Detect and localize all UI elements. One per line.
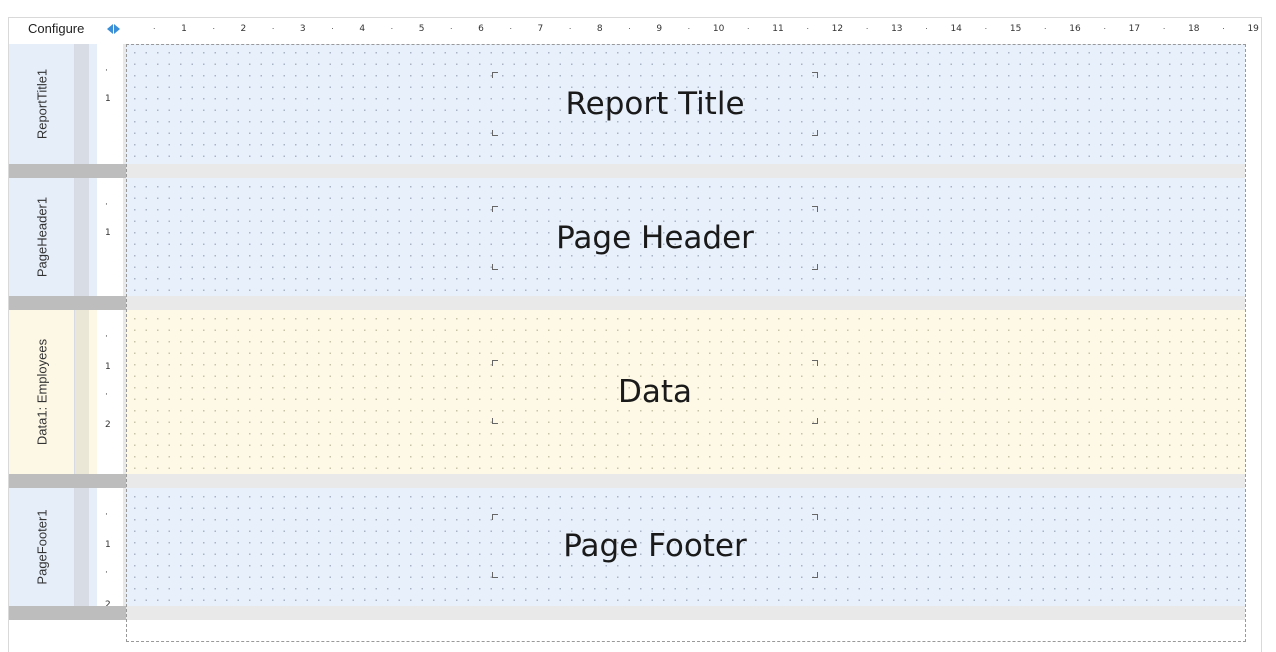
- textbox-text: Report Title: [565, 86, 745, 122]
- ruler-mark: 1: [105, 540, 111, 550]
- ruler-tick: 3: [299, 24, 306, 34]
- ruler-tick: 2: [240, 24, 247, 34]
- band-data[interactable]: Data1: Employees · 1 · 2 Data: [9, 310, 1261, 474]
- ruler-half-mark: ·: [568, 23, 572, 33]
- ruler-tick: 16: [1069, 24, 1081, 34]
- horizontal-ruler: 1 · 2 · 3 · 4 · 5 · 6 · 7 · 8 · 9 · 10 · 11 · 12 · 13 · 14 · 15 · 16 · 1…: [126, 18, 1259, 40]
- ruler-tick: 1: [181, 24, 187, 34]
- ruler-half-mark: ·: [1222, 23, 1225, 33]
- ruler-half-mark: ·: [628, 23, 631, 33]
- ruler-tick: 4: [359, 24, 366, 34]
- ruler-tick: 5: [418, 24, 425, 34]
- page-footer-textbox[interactable]: Page Footer: [492, 514, 818, 578]
- ruler-half-mark: ·: [152, 23, 156, 33]
- ruler-tick: 11: [772, 24, 784, 34]
- ruler-mark: 2: [105, 420, 111, 430]
- ruler-mark: 1: [105, 228, 111, 238]
- ruler-mark: ·: [105, 332, 108, 342]
- report-designer: Configure 1 · 2 · 3 · 4 · 5 · 6 · 7 · 8 · 9 · 10 · 11 · 12 · 13 ·…: [8, 17, 1262, 652]
- ruler-tick: 9: [656, 24, 663, 34]
- ruler-half-mark: ·: [806, 23, 810, 33]
- band-splitter[interactable]: [9, 296, 1245, 310]
- band-label[interactable]: PageHeader1: [9, 178, 75, 296]
- ruler-half-mark: ·: [212, 23, 216, 33]
- vertical-ruler: · 1 · 2: [97, 488, 123, 620]
- ruler-mark: 1: [105, 94, 111, 104]
- band-design-surface[interactable]: Report Title: [126, 44, 1245, 164]
- ruler-mark: 1: [105, 362, 111, 372]
- ruler-mark: ·: [105, 568, 108, 578]
- band-label[interactable]: PageFooter1: [9, 488, 75, 606]
- ruler-tick: 8: [596, 24, 603, 34]
- band-label[interactable]: ReportTitle1: [9, 44, 75, 164]
- ruler-tick: 14: [950, 24, 962, 34]
- band-label-text: PageFooter1: [34, 509, 49, 585]
- band-splitter[interactable]: [9, 164, 1245, 178]
- page-header-textbox[interactable]: Page Header: [492, 206, 818, 270]
- ruler-mark: ·: [105, 66, 108, 76]
- ruler-half-mark: ·: [984, 23, 988, 33]
- band-page-footer[interactable]: PageFooter1 · 1 · 2 Page Footer: [9, 488, 1261, 620]
- ruler-half-mark: ·: [746, 23, 750, 33]
- ruler-half-mark: ·: [449, 23, 453, 33]
- band-design-surface[interactable]: Data: [126, 310, 1245, 474]
- designer-toolbar: Configure 1 · 2 · 3 · 4 · 5 · 6 · 7 · 8 · 9 · 10 · 11 · 12 · 13 ·…: [9, 18, 1261, 40]
- textbox-text: Page Footer: [563, 528, 747, 564]
- ruler-tick: 19: [1247, 24, 1259, 34]
- band-label[interactable]: Data1: Employees: [9, 310, 75, 474]
- ruler-half-mark: ·: [331, 23, 334, 33]
- ruler-half-mark: ·: [687, 23, 691, 33]
- ruler-mark: ·: [105, 200, 108, 210]
- report-title-textbox[interactable]: Report Title: [492, 72, 818, 136]
- ruler-half-mark: ·: [509, 23, 513, 33]
- ruler-tick: 13: [891, 24, 903, 34]
- ruler-half-mark: ·: [1103, 23, 1107, 33]
- ruler-half-mark: ·: [925, 23, 928, 33]
- ruler-tick: 10: [712, 24, 725, 34]
- vertical-ruler: · 1: [97, 44, 123, 164]
- ruler-tick: 18: [1188, 24, 1200, 34]
- ruler-half-mark: ·: [1043, 23, 1047, 33]
- ruler-half-mark: ·: [271, 23, 275, 33]
- band-page-header[interactable]: PageHeader1 · 1 Page Header: [9, 178, 1261, 296]
- ruler-tick: 15: [1009, 24, 1022, 34]
- vertical-ruler: · 1: [97, 178, 123, 296]
- double-arrow-icon[interactable]: [107, 23, 121, 35]
- ruler-tick: 6: [478, 24, 484, 34]
- band-design-surface[interactable]: Page Footer: [126, 488, 1245, 606]
- ruler-tick: 7: [537, 24, 544, 34]
- band-design-surface[interactable]: Page Header: [126, 178, 1245, 296]
- band-splitter[interactable]: [9, 474, 1245, 488]
- textbox-text: Page Header: [556, 220, 754, 256]
- ruler-tick: 17: [1128, 24, 1141, 34]
- ruler-mark: ·: [105, 510, 108, 520]
- band-report-title[interactable]: ReportTitle1 · 1 Report Title: [9, 44, 1261, 164]
- ruler-tick: 12: [831, 24, 844, 34]
- ruler-half-mark: ·: [1162, 23, 1166, 33]
- data-textbox[interactable]: Data: [492, 360, 818, 424]
- band-label-text: PageHeader1: [34, 196, 49, 278]
- band-label-text: ReportTitle1: [34, 68, 49, 140]
- ruler-mark: ·: [105, 390, 108, 400]
- vertical-ruler: · 1 · 2: [97, 310, 123, 474]
- ruler-half-mark: ·: [865, 23, 869, 33]
- ruler-half-mark: ·: [390, 23, 394, 33]
- textbox-text: Data: [617, 374, 693, 410]
- band-label-text: Data1: Employees: [34, 338, 49, 446]
- configure-button[interactable]: Configure: [28, 21, 84, 37]
- band-splitter[interactable]: [9, 606, 1245, 620]
